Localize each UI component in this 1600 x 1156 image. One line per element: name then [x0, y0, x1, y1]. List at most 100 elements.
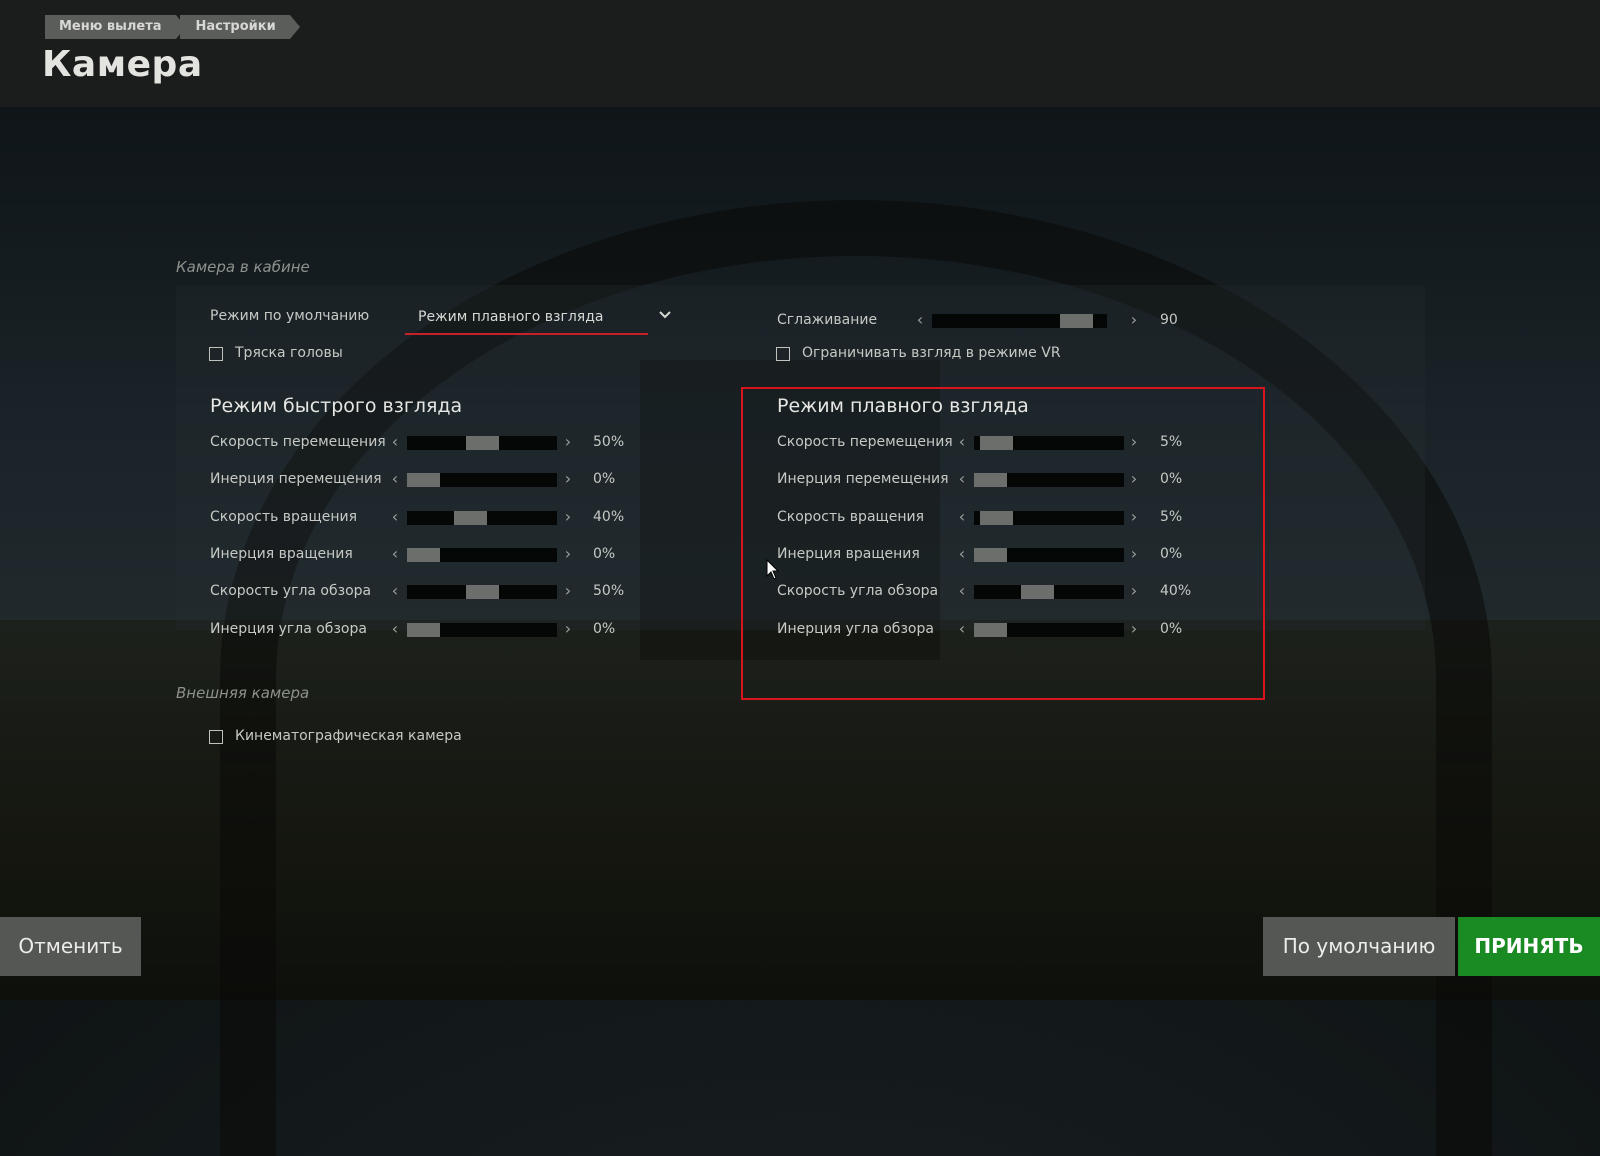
- fast-look-slider[interactable]: [407, 511, 557, 525]
- smoothing-label: Сглаживание: [777, 312, 878, 328]
- arrow-left-icon[interactable]: ‹: [389, 620, 401, 638]
- default-mode-dropdown[interactable]: Режим плавного взгляда: [405, 303, 680, 335]
- smooth-look-row-value: 5%: [1160, 434, 1183, 450]
- slider-thumb[interactable]: [407, 623, 440, 637]
- slider-thumb[interactable]: [407, 548, 440, 562]
- smooth-look-heading: Режим плавного взгляда: [777, 395, 1029, 417]
- smooth-look-slider[interactable]: [974, 473, 1124, 487]
- arrow-right-icon[interactable]: ›: [562, 620, 574, 638]
- arrow-right-icon[interactable]: ›: [1128, 545, 1140, 563]
- arrow-right-icon[interactable]: ›: [1128, 620, 1140, 638]
- page-title: Камера: [42, 44, 203, 85]
- vr-limit-label: Ограничивать взгляд в режиме VR: [802, 345, 1061, 361]
- arrow-left-icon[interactable]: ‹: [956, 470, 968, 488]
- smooth-look-row-value: 0%: [1160, 621, 1183, 637]
- smooth-look-row-value: 5%: [1160, 509, 1183, 525]
- smooth-look-row-value: 0%: [1160, 546, 1183, 562]
- arrow-right-icon[interactable]: ›: [562, 582, 574, 600]
- fast-look-slider[interactable]: [407, 473, 557, 487]
- breadcrumb: Меню вылета Настройки: [45, 15, 300, 39]
- fast-look-row-label: Инерция перемещения: [210, 471, 382, 487]
- mouse-cursor-icon: [766, 559, 780, 580]
- slider-thumb[interactable]: [980, 511, 1013, 525]
- slider-thumb[interactable]: [1060, 314, 1093, 328]
- slider-thumb[interactable]: [454, 511, 487, 525]
- section-label-cockpit-camera: Камера в кабине: [176, 258, 310, 276]
- smooth-look-slider[interactable]: [974, 623, 1124, 637]
- slider-thumb[interactable]: [1021, 585, 1054, 599]
- fast-look-slider[interactable]: [407, 436, 557, 450]
- default-mode-label: Режим по умолчанию: [210, 308, 370, 324]
- arrow-right-icon[interactable]: ›: [1128, 470, 1140, 488]
- section-label-external-camera: Внешняя камера: [176, 684, 310, 702]
- slider-thumb[interactable]: [974, 473, 1007, 487]
- slider-thumb[interactable]: [407, 473, 440, 487]
- arrow-left-icon[interactable]: ‹: [956, 433, 968, 451]
- arrow-right-icon[interactable]: ›: [562, 433, 574, 451]
- fast-look-row-value: 50%: [593, 434, 625, 450]
- arrow-left-icon[interactable]: ‹: [389, 470, 401, 488]
- smooth-look-slider[interactable]: [974, 436, 1124, 450]
- breadcrumb-item-settings[interactable]: Настройки: [179, 15, 300, 39]
- smooth-look-slider[interactable]: [974, 511, 1124, 525]
- fast-look-row-value: 0%: [593, 471, 616, 487]
- cinematic-camera-label: Кинематографическая камера: [235, 728, 462, 744]
- smooth-look-row-label: Скорость вращения: [777, 509, 924, 525]
- arrow-right-icon[interactable]: ›: [562, 545, 574, 563]
- slider-thumb[interactable]: [974, 623, 1007, 637]
- arrow-right-icon[interactable]: ›: [1128, 433, 1140, 451]
- accept-button[interactable]: ПРИНЯТЬ: [1458, 917, 1600, 976]
- arrow-left-icon[interactable]: ‹: [389, 433, 401, 451]
- arrow-right-icon[interactable]: ›: [562, 508, 574, 526]
- arrow-right-icon[interactable]: ›: [562, 470, 574, 488]
- breadcrumb-item-flight-menu[interactable]: Меню вылета: [45, 15, 186, 39]
- smooth-look-row-value: 0%: [1160, 471, 1183, 487]
- arrow-right-icon[interactable]: ›: [1128, 582, 1140, 600]
- smoothing-increase-icon[interactable]: ›: [1128, 311, 1140, 329]
- arrow-left-icon[interactable]: ‹: [956, 508, 968, 526]
- head-shake-label: Тряска головы: [235, 345, 343, 361]
- arrow-left-icon[interactable]: ‹: [389, 545, 401, 563]
- slider-thumb[interactable]: [980, 436, 1013, 450]
- smoothing-slider[interactable]: [932, 314, 1107, 328]
- chevron-down-icon: [659, 311, 671, 319]
- fast-look-row-value: 0%: [593, 621, 616, 637]
- vr-limit-checkbox[interactable]: [776, 347, 790, 361]
- smooth-look-slider[interactable]: [974, 548, 1124, 562]
- cancel-button[interactable]: Отменить: [0, 917, 141, 976]
- smooth-look-row-label: Скорость угла обзора: [777, 583, 939, 599]
- arrow-left-icon[interactable]: ‹: [389, 582, 401, 600]
- fast-look-row-label: Инерция угла обзора: [210, 621, 367, 637]
- fast-look-row-label: Инерция вращения: [210, 546, 353, 562]
- default-mode-value: Режим плавного взгляда: [418, 309, 604, 325]
- slider-thumb[interactable]: [466, 585, 499, 599]
- fast-look-row-value: 40%: [593, 509, 625, 525]
- header-bar: Меню вылета Настройки Камера: [0, 0, 1600, 107]
- arrow-left-icon[interactable]: ‹: [956, 620, 968, 638]
- fast-look-row-label: Скорость перемещения: [210, 434, 386, 450]
- arrow-left-icon[interactable]: ‹: [956, 545, 968, 563]
- arrow-right-icon[interactable]: ›: [1128, 508, 1140, 526]
- smooth-look-slider[interactable]: [974, 585, 1124, 599]
- fast-look-row-label: Скорость угла обзора: [210, 583, 372, 599]
- fast-look-slider[interactable]: [407, 548, 557, 562]
- arrow-left-icon[interactable]: ‹: [389, 508, 401, 526]
- cinematic-camera-checkbox[interactable]: [209, 730, 223, 744]
- reset-default-button[interactable]: По умолчанию: [1263, 917, 1455, 976]
- fast-look-row-value: 50%: [593, 583, 625, 599]
- smooth-look-row-label: Инерция перемещения: [777, 471, 949, 487]
- smooth-look-row-label: Инерция угла обзора: [777, 621, 934, 637]
- slider-thumb[interactable]: [974, 548, 1007, 562]
- smooth-look-row-label: Инерция вращения: [777, 546, 920, 562]
- head-shake-checkbox[interactable]: [209, 347, 223, 361]
- fast-look-slider[interactable]: [407, 623, 557, 637]
- fast-look-row-value: 0%: [593, 546, 616, 562]
- fast-look-heading: Режим быстрого взгляда: [210, 395, 463, 417]
- fast-look-slider[interactable]: [407, 585, 557, 599]
- smoothing-value: 90: [1160, 312, 1178, 328]
- slider-thumb[interactable]: [466, 436, 499, 450]
- smooth-look-row-value: 40%: [1160, 583, 1192, 599]
- smoothing-decrease-icon[interactable]: ‹: [914, 311, 926, 329]
- arrow-left-icon[interactable]: ‹: [956, 582, 968, 600]
- dropdown-underline: [405, 333, 648, 335]
